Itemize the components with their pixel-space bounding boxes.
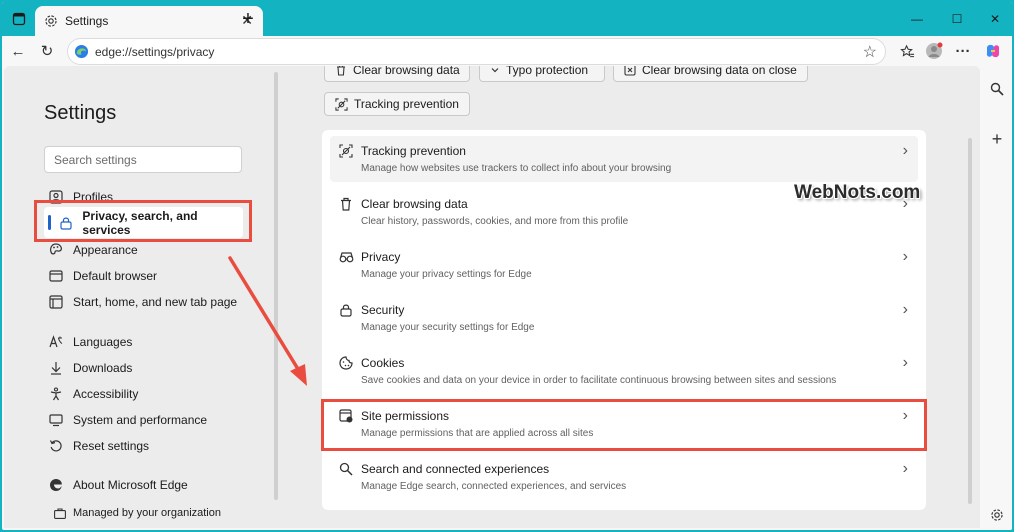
watermark-logo: WebNots.com bbox=[794, 182, 921, 203]
browser-window: Settings ✕ + — ☐ ✕ ← ↻ edge://settings/p… bbox=[2, 2, 1012, 530]
annotation-arrow bbox=[228, 256, 307, 386]
